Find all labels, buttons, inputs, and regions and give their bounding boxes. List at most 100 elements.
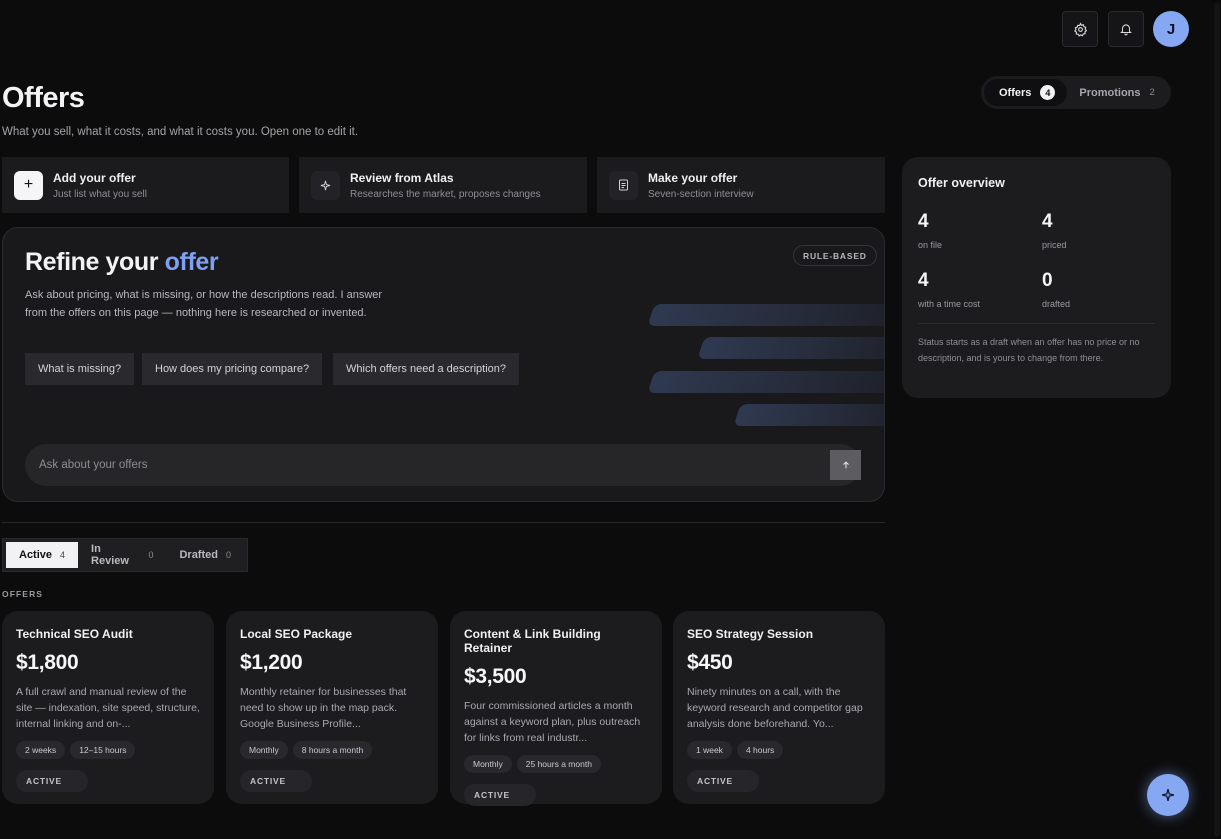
stat-label: on file	[918, 240, 943, 250]
page-subtitle: What you sell, what it costs, and what i…	[2, 126, 359, 138]
status-tabs: Active 4 In Review 0 Drafted 0	[2, 538, 248, 572]
make-offer-card[interactable]: Make your offer Seven-section interview	[597, 157, 885, 213]
tab-drafted-label: Drafted	[179, 549, 218, 561]
send-button[interactable]	[830, 450, 861, 480]
make-offer-desc: Seven-section interview	[648, 188, 754, 200]
offer-name: SEO Strategy Session	[687, 627, 814, 641]
offer-name: Technical SEO Audit	[16, 627, 133, 641]
decorative-streak	[697, 337, 884, 359]
offer-card[interactable]: Local SEO Package $1,200 Monthly retaine…	[226, 611, 438, 804]
suggestion-chip[interactable]: How does my pricing compare?	[142, 353, 323, 385]
tab-active[interactable]: Active 4	[6, 542, 79, 568]
tab-in-review-label: In Review	[91, 543, 129, 567]
overview-stat: 4 on file	[918, 211, 942, 250]
page-scrollbar[interactable]	[1213, 0, 1221, 839]
bell-icon	[1120, 24, 1132, 36]
avatar[interactable]: J	[1153, 11, 1189, 47]
notifications-button[interactable]	[1108, 11, 1144, 47]
review-atlas-desc: Researches the market, proposes changes	[350, 188, 541, 200]
tab-offers[interactable]: Offers 4	[984, 79, 1068, 106]
decorative-streak	[647, 371, 884, 393]
tab-promotions-label: Promotions	[1079, 86, 1141, 99]
refine-title-accent: offer	[164, 248, 219, 276]
offer-description: A full crawl and manual review of the si…	[16, 686, 200, 730]
decorative-streak	[647, 304, 884, 326]
stat-label: with a time cost	[918, 299, 981, 309]
overview-note: Status starts as a draft when an offer h…	[918, 337, 1140, 363]
offer-description: Four commissioned articles a month again…	[464, 700, 641, 744]
document-icon	[609, 170, 638, 200]
ask-box	[25, 444, 861, 486]
offer-card[interactable]: Technical SEO Audit $1,800 A full crawl …	[2, 611, 214, 804]
suggestion-chip[interactable]: What is missing?	[25, 353, 135, 385]
status-badge: ACTIVE	[464, 784, 536, 806]
overview-stat: 4 with a time cost	[918, 270, 980, 309]
status-badge: ACTIVE	[687, 770, 759, 792]
rule-based-badge: RULE-BASED	[793, 245, 877, 266]
stat-label: priced	[1042, 240, 1067, 250]
refine-title: Refine your offer	[25, 248, 219, 277]
refine-description: Ask about pricing, what is missing, or h…	[25, 289, 383, 319]
tab-in-review-count: 0	[148, 550, 154, 560]
gear-icon	[1073, 21, 1087, 37]
stat-value: 4	[918, 270, 929, 291]
refine-offer-panel: Refine your offer Ask about pricing, wha…	[2, 227, 885, 502]
stat-label: drafted	[1042, 299, 1071, 309]
status-badge: ACTIVE	[16, 770, 88, 792]
offer-card[interactable]: SEO Strategy Session $450 Ninety minutes…	[673, 611, 885, 804]
offer-description: Monthly retainer for businesses that nee…	[240, 686, 407, 730]
offer-tag: 2 weeks	[16, 741, 66, 759]
add-offer-desc: Just list what you sell	[53, 188, 147, 200]
tab-promotions-count: 2	[1149, 87, 1155, 98]
offer-price: $1,200	[240, 651, 303, 674]
tab-offers-label: Offers	[999, 86, 1032, 99]
stat-value: 4	[918, 211, 929, 232]
offer-tag: Monthly	[464, 755, 512, 773]
sparkle-icon	[311, 170, 340, 200]
offer-tag: 12–15 hours	[70, 741, 136, 759]
offer-price: $450	[687, 651, 733, 674]
suggestion-chip[interactable]: Which offers need a description?	[333, 353, 519, 385]
offer-name: Content & Link Building Retainer	[464, 627, 601, 655]
tab-promotions[interactable]: Promotions 2	[1067, 79, 1166, 106]
add-offer-title: Add your offer	[53, 170, 136, 185]
tab-in-review[interactable]: In Review 0	[78, 542, 166, 568]
overview-stat: 4 priced	[1042, 211, 1067, 250]
review-atlas-card[interactable]: Review from Atlas Researches the market,…	[299, 157, 587, 213]
offer-tag: 4 hours	[736, 741, 784, 759]
offer-card[interactable]: Content & Link Building Retainer $3,500 …	[450, 611, 662, 806]
offer-name: Local SEO Package	[240, 627, 353, 641]
tab-drafted-count: 0	[225, 550, 231, 560]
make-offer-title: Make your offer	[648, 170, 738, 185]
refine-title-prefix: Refine your	[25, 248, 159, 276]
review-atlas-title: Review from Atlas	[350, 170, 454, 185]
sparkle-icon	[1162, 789, 1174, 801]
tab-active-count: 4	[60, 550, 66, 560]
page-title: Offers	[2, 82, 85, 114]
offer-description: Ninety minutes on a call, with the keywo…	[687, 686, 863, 730]
status-badge: ACTIVE	[240, 770, 312, 792]
stat-value: 0	[1042, 270, 1053, 291]
offer-tag: 8 hours a month	[292, 741, 373, 759]
offer-tag: 1 week	[687, 741, 732, 759]
assistant-fab-button[interactable]	[1147, 774, 1189, 816]
ask-input[interactable]	[39, 459, 799, 471]
offer-price: $1,800	[16, 651, 79, 674]
offer-price: $3,500	[464, 665, 527, 688]
tab-offers-count: 4	[1040, 85, 1056, 100]
offer-tag: 25 hours a month	[516, 755, 601, 773]
scrollbar-thumb[interactable]	[1214, 2, 1220, 837]
section-divider	[2, 522, 885, 523]
overview-title: Offer overview	[918, 176, 1005, 190]
offers-promotions-tabs: Offers 4 Promotions 2	[981, 76, 1171, 109]
overview-stat: 0 drafted	[1042, 270, 1070, 309]
tab-active-label: Active	[19, 549, 53, 561]
offer-tag: Monthly	[240, 741, 288, 759]
tab-drafted[interactable]: Drafted 0	[166, 542, 244, 568]
add-offer-card[interactable]: + Add your offer Just list what you sell	[2, 157, 289, 213]
arrow-up-icon	[842, 461, 849, 469]
settings-button[interactable]	[1062, 11, 1098, 47]
decorative-streak	[733, 404, 884, 426]
plus-icon: +	[14, 170, 43, 200]
overview-divider	[918, 323, 1155, 324]
